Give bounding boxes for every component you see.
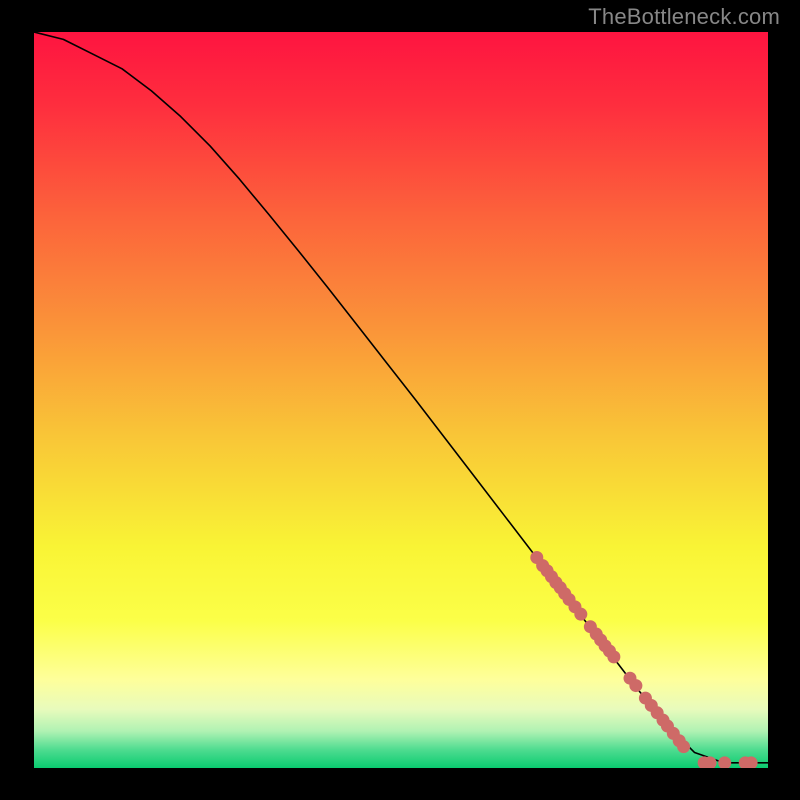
data-point <box>574 608 587 621</box>
plot-area <box>34 32 768 768</box>
data-point <box>677 740 690 753</box>
watermark-text: TheBottleneck.com <box>588 4 780 30</box>
chart-svg <box>34 32 768 768</box>
data-point <box>629 679 642 692</box>
plot-background <box>34 32 768 768</box>
chart-frame: TheBottleneck.com <box>0 0 800 800</box>
data-point <box>607 650 620 663</box>
